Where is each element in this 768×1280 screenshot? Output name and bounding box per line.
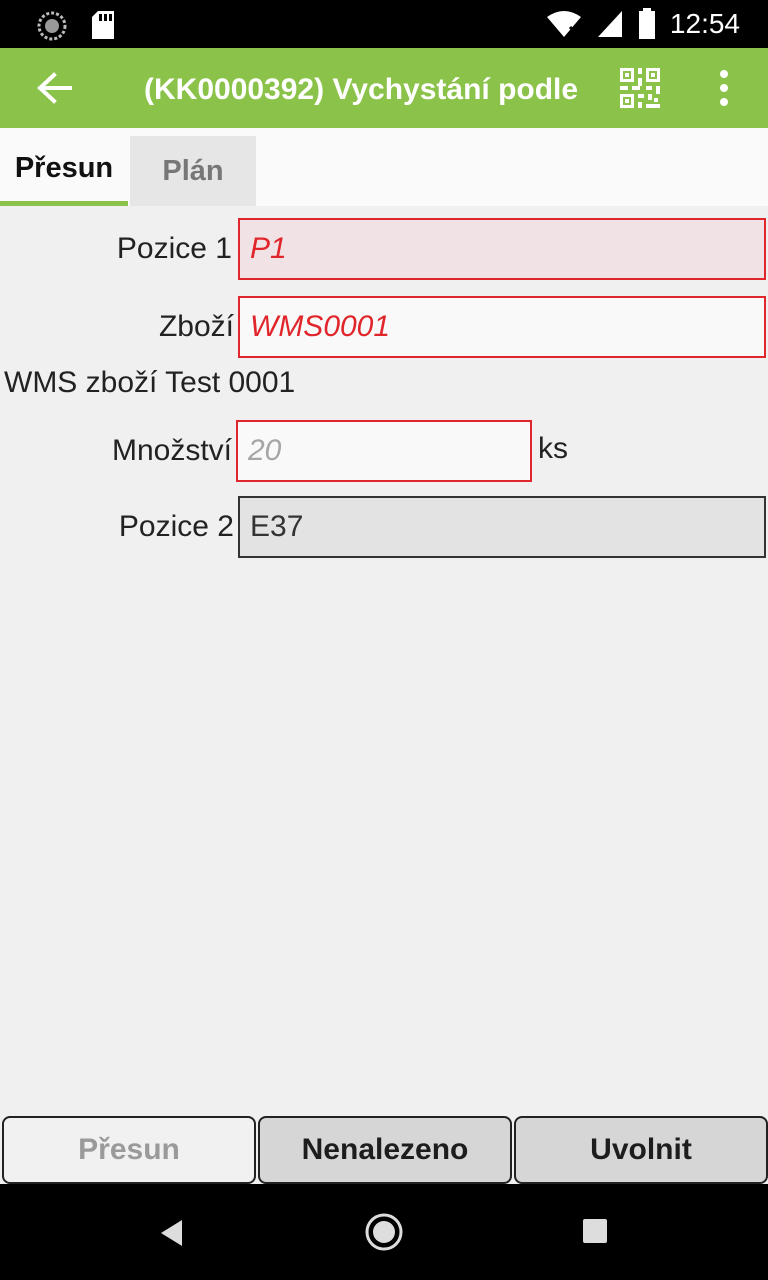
back-arrow-icon[interactable]: [30, 68, 78, 108]
product-description: WMS zboží Test 0001: [4, 366, 296, 399]
pozice2-input[interactable]: E37: [238, 496, 766, 558]
page-title: (KK0000392) Vychystání podle: [144, 73, 579, 106]
sd-card-icon: [92, 11, 114, 39]
clock: 12:54: [669, 8, 740, 39]
status-bar: 12:54: [0, 0, 768, 48]
pozice1-input[interactable]: P1: [238, 218, 766, 280]
uvolnit-button[interactable]: Uvolnit: [514, 1116, 768, 1184]
pozice1-label: Pozice 1: [116, 232, 232, 265]
signal-icon: [597, 11, 622, 37]
nav-recents-icon[interactable]: [582, 1218, 608, 1246]
mnozstvi-unit: ks: [538, 432, 568, 465]
system-nav-bar: [0, 1184, 768, 1280]
more-options-icon[interactable]: [712, 68, 736, 108]
mnozstvi-input[interactable]: 20: [236, 420, 532, 482]
sync-icon: [37, 11, 67, 41]
zbozi-label: Zboží: [158, 310, 234, 343]
presun-button[interactable]: Přesun: [2, 1116, 256, 1184]
pozice2-label: Pozice 2: [118, 510, 234, 543]
nav-home-icon[interactable]: [364, 1212, 404, 1252]
nenalezeno-button[interactable]: Nenalezeno: [258, 1116, 512, 1184]
nav-back-icon[interactable]: [158, 1218, 186, 1248]
qr-code-icon[interactable]: [618, 66, 662, 110]
mnozstvi-label: Množství: [111, 434, 232, 467]
wifi-icon: [546, 11, 581, 37]
tab-presun[interactable]: Přesun: [0, 136, 128, 206]
app-bar: (KK0000392) Vychystání podle: [0, 48, 768, 128]
tab-plan[interactable]: Plán: [130, 136, 256, 206]
tab-bar: Přesun Plán: [0, 128, 768, 206]
battery-icon: [638, 8, 655, 39]
zbozi-input[interactable]: WMS0001: [238, 296, 766, 358]
